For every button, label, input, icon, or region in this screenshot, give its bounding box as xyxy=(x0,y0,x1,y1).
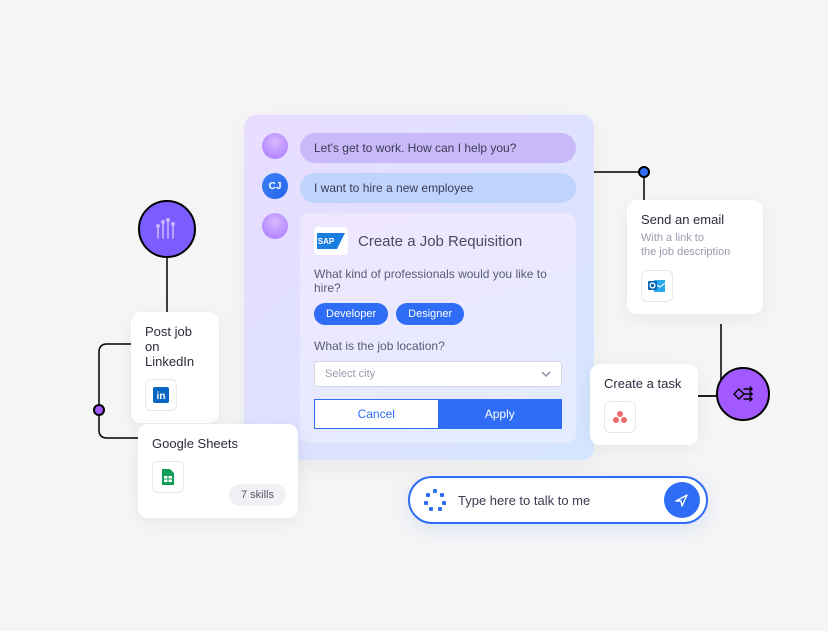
task-card[interactable]: Create a task xyxy=(590,364,698,445)
connector-node xyxy=(93,404,105,416)
user-message: I want to hire a new employee xyxy=(300,173,576,203)
bot-message: Let's get to work. How can I help you? xyxy=(300,133,576,163)
card-title: Post jobon LinkedIn xyxy=(145,324,205,369)
chat-input-bar[interactable]: Type here to talk to me xyxy=(408,476,708,524)
chat-card: Let's get to work. How can I help you? C… xyxy=(244,115,594,460)
skills-badge: 7 skills xyxy=(229,484,286,506)
svg-text:in: in xyxy=(157,391,166,402)
requisition-question-location: What is the job location? xyxy=(314,339,562,353)
card-title: Send an email xyxy=(641,212,749,227)
user-avatar: CJ xyxy=(262,173,288,199)
sheets-card[interactable]: Google Sheets 7 skills xyxy=(138,424,298,518)
requisition-title: Create a Job Requisition xyxy=(358,233,522,250)
chat-row-user: CJ I want to hire a new employee xyxy=(262,173,576,203)
chat-row-bot: Let's get to work. How can I help you? xyxy=(262,133,576,163)
send-button[interactable] xyxy=(664,482,700,518)
send-icon xyxy=(674,492,690,508)
decorative-graph-circle xyxy=(138,200,196,258)
chevron-down-icon xyxy=(541,371,551,377)
sheets-icon xyxy=(152,461,184,493)
bot-avatar xyxy=(262,213,288,239)
linkedin-icon: in xyxy=(145,379,177,411)
city-select[interactable]: Select city xyxy=(314,361,562,387)
connector-node xyxy=(638,166,650,178)
chat-row-requisition: SAP Create a Job Requisition What kind o… xyxy=(262,213,576,443)
city-select-placeholder: Select city xyxy=(325,368,375,380)
role-pill-designer[interactable]: Designer xyxy=(396,303,464,325)
chat-input-placeholder: Type here to talk to me xyxy=(458,493,652,508)
card-title: Create a task xyxy=(604,376,684,391)
email-card[interactable]: Send an email With a link tothe job desc… xyxy=(627,200,763,314)
decorative-flow-circle xyxy=(716,367,770,421)
apply-button[interactable]: Apply xyxy=(438,399,563,429)
card-subtitle: With a link tothe job description xyxy=(641,231,749,260)
role-pill-developer[interactable]: Developer xyxy=(314,303,388,325)
bot-avatar xyxy=(262,133,288,159)
sap-icon: SAP xyxy=(314,227,348,255)
card-title: Google Sheets xyxy=(152,436,284,451)
assistant-dots-icon xyxy=(424,489,446,511)
requisition-card: SAP Create a Job Requisition What kind o… xyxy=(300,213,576,443)
requisition-question-role: What kind of professionals would you lik… xyxy=(314,267,562,295)
linkedin-card[interactable]: Post jobon LinkedIn in xyxy=(131,312,219,423)
svg-text:SAP: SAP xyxy=(318,237,335,246)
cancel-button[interactable]: Cancel xyxy=(314,399,438,429)
asana-icon xyxy=(604,401,636,433)
outlook-icon xyxy=(641,270,673,302)
